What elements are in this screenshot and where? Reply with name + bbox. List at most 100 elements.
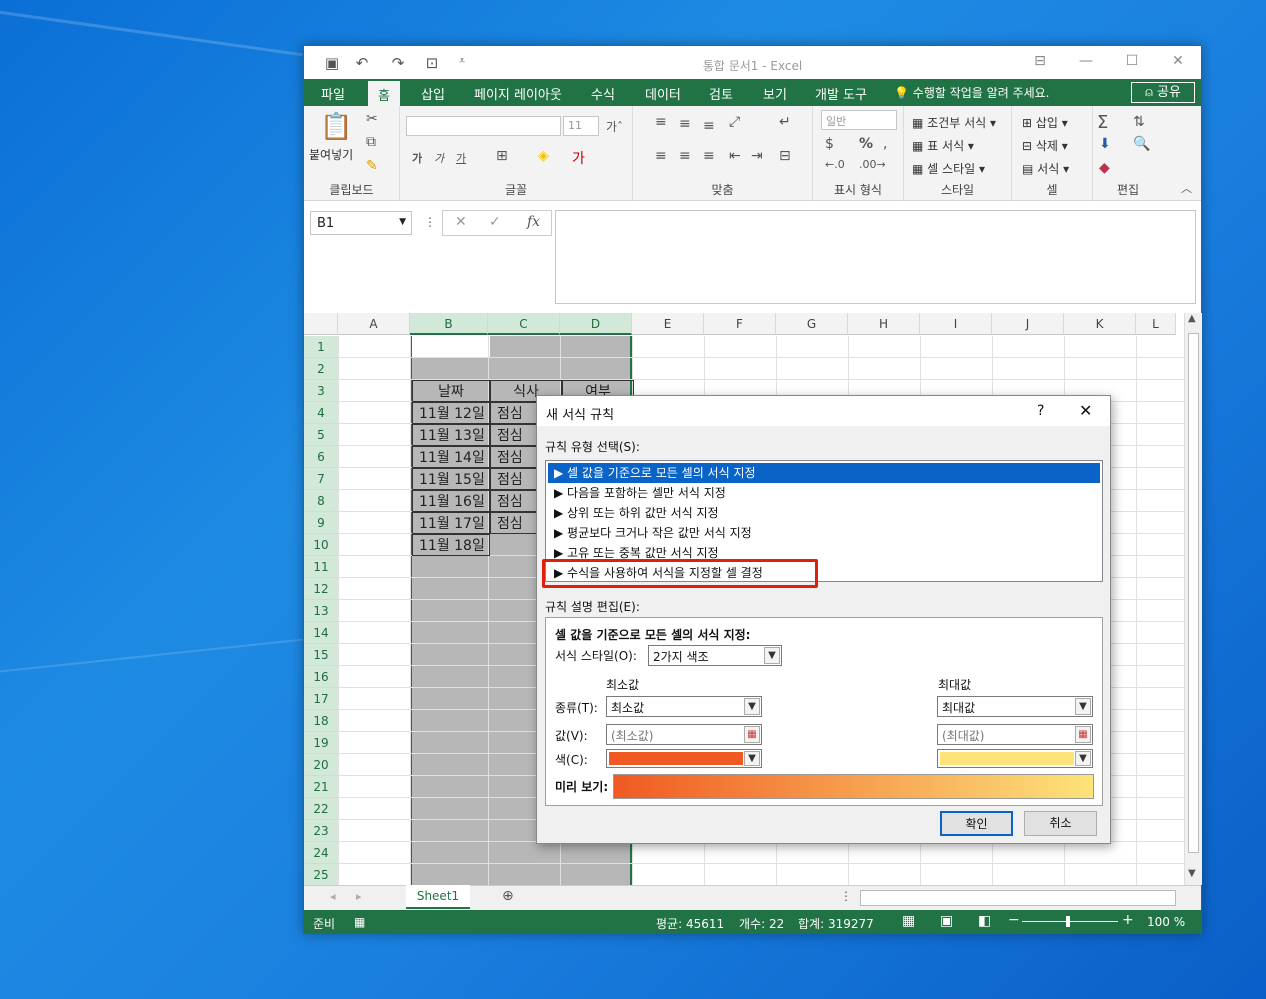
row-header[interactable]: 16 [304, 666, 338, 688]
row-header[interactable]: 7 [304, 468, 338, 490]
row-header[interactable]: 20 [304, 754, 338, 776]
column-header[interactable]: C [488, 313, 560, 335]
scroll-up-icon[interactable]: ▲ [1188, 313, 1196, 324]
column-header[interactable]: L [1136, 313, 1176, 335]
collapse-ribbon-icon[interactable]: ︿ [1181, 180, 1192, 196]
clear-icon[interactable]: ◆ [1099, 160, 1110, 176]
tell-me-search[interactable]: 💡 수행할 작업을 알려 주세요. [894, 84, 1049, 101]
format-style-select[interactable]: 2가지 색조 ▼ [648, 645, 782, 666]
name-box[interactable]: B1 ▼ [310, 211, 412, 235]
help-button[interactable]: ? [1037, 403, 1044, 419]
align-middle-icon[interactable]: ≡ [679, 116, 691, 132]
rule-type-item[interactable]: ▶ 셀 값을 기준으로 모든 셀의 서식 지정 [548, 463, 1100, 483]
rule-type-item[interactable]: ▶ 평균보다 크거나 작은 값만 서식 지정 [548, 523, 1100, 543]
cancel-icon[interactable]: ✕ [455, 214, 467, 230]
column-header[interactable]: A [338, 313, 410, 335]
zoom-in-icon[interactable]: + [1122, 912, 1134, 928]
align-right-icon[interactable]: ≡ [703, 148, 715, 164]
rule-type-item[interactable]: ▶ 상위 또는 하위 값만 서식 지정 [548, 503, 1100, 523]
fill-icon[interactable]: ⬇ [1099, 136, 1111, 152]
scroll-thumb[interactable] [1188, 333, 1199, 853]
column-header[interactable]: K [1064, 313, 1136, 335]
table-cell[interactable]: 11월 12일 [412, 402, 490, 424]
row-header[interactable]: 23 [304, 820, 338, 842]
cancel-button[interactable]: 취소 [1024, 811, 1097, 836]
row-header[interactable]: 25 [304, 864, 338, 885]
next-sheet-icon[interactable]: ▸ [356, 890, 362, 903]
row-header[interactable]: 3 [304, 380, 338, 402]
format-painter-icon[interactable]: ✎ [366, 158, 378, 174]
table-cell[interactable]: 11월 15일 [412, 468, 490, 490]
format-table-button[interactable]: ▦ 표 서식 ▾ [912, 137, 974, 154]
font-name-combo[interactable] [406, 116, 561, 136]
page-break-icon[interactable]: ◧ [978, 913, 991, 929]
delete-cells-button[interactable]: ⊟ 삭제 ▾ [1022, 137, 1068, 154]
bold-icon[interactable]: 가 [412, 150, 422, 166]
copy-icon[interactable]: ⧉ [366, 134, 376, 150]
prev-sheet-icon[interactable]: ◂ [330, 890, 336, 903]
tab-page-layout[interactable]: 페이지 레이아웃 [474, 84, 562, 103]
paste-label[interactable]: 붙여넣기 [309, 146, 353, 163]
row-header[interactable]: 1 [304, 336, 338, 358]
active-cell[interactable] [412, 336, 490, 357]
percent-icon[interactable]: % [859, 136, 873, 152]
column-header[interactable]: F [704, 313, 776, 335]
comma-icon[interactable]: , [883, 136, 887, 152]
column-header[interactable]: B [410, 313, 488, 335]
tab-file[interactable]: 파일 [321, 84, 345, 103]
column-header[interactable]: D [560, 313, 632, 335]
align-top-icon[interactable]: ≡ [655, 114, 667, 130]
table-cell[interactable]: 11월 13일 [412, 424, 490, 446]
row-header[interactable]: 4 [304, 402, 338, 424]
min-value-input[interactable]: (최소값) ▦ [606, 724, 762, 745]
tab-view[interactable]: 보기 [763, 84, 787, 103]
table-cell[interactable]: 11월 18일 [412, 534, 490, 556]
tab-data[interactable]: 데이터 [645, 84, 681, 103]
table-cell[interactable]: 11월 17일 [412, 512, 490, 534]
formula-input[interactable] [555, 210, 1196, 304]
cut-icon[interactable]: ✂ [366, 111, 378, 127]
row-header[interactable]: 22 [304, 798, 338, 820]
autosum-icon[interactable]: Σ [1097, 112, 1108, 133]
orientation-icon[interactable]: ⤢ [729, 114, 740, 130]
row-header[interactable]: 10 [304, 534, 338, 556]
border-icon[interactable]: ⊞ [496, 148, 508, 164]
share-button[interactable]: ⍝ 공유 [1131, 82, 1195, 103]
range-select-icon[interactable]: ▦ [1075, 726, 1091, 743]
row-header[interactable]: 18 [304, 710, 338, 732]
normal-view-icon[interactable]: ▦ [902, 913, 915, 929]
row-header[interactable]: 19 [304, 732, 338, 754]
cell-styles-button[interactable]: ▦ 셀 스타일 ▾ [912, 160, 985, 177]
zoom-slider-thumb[interactable] [1066, 916, 1070, 927]
vertical-scrollbar[interactable]: ▲ ▼ [1184, 313, 1202, 885]
merge-center-icon[interactable]: ⊟ [779, 148, 791, 164]
maximize-icon[interactable]: ☐ [1122, 53, 1142, 71]
row-header[interactable]: 9 [304, 512, 338, 534]
font-color-icon[interactable]: 가 [572, 148, 585, 168]
table-cell[interactable]: 11월 14일 [412, 446, 490, 468]
italic-icon[interactable]: 가 [434, 150, 444, 166]
row-header[interactable]: 21 [304, 776, 338, 798]
increase-decimal-icon[interactable]: ←.0 [825, 158, 845, 171]
row-header[interactable]: 17 [304, 688, 338, 710]
zoom-level[interactable]: 100 % [1147, 915, 1185, 929]
horizontal-scrollbar[interactable] [860, 890, 1176, 906]
row-header[interactable]: 13 [304, 600, 338, 622]
tab-review[interactable]: 검토 [709, 84, 733, 103]
decrease-decimal-icon[interactable]: .00→ [859, 158, 886, 171]
rule-type-item[interactable]: ▶ 다음을 포함하는 셀만 서식 지정 [548, 483, 1100, 503]
fill-color-icon[interactable]: ◈ [538, 148, 549, 164]
min-type-select[interactable]: 최소값 ▼ [606, 696, 762, 717]
tab-home[interactable]: 홈 [368, 81, 400, 106]
minimize-icon[interactable]: — [1076, 53, 1096, 71]
table-cell[interactable]: 11월 16일 [412, 490, 490, 512]
increase-indent-icon[interactable]: ⇥ [751, 148, 763, 164]
row-header[interactable]: 14 [304, 622, 338, 644]
conditional-format-button[interactable]: ▦ 조건부 서식 ▾ [912, 114, 996, 131]
decrease-indent-icon[interactable]: ⇤ [729, 148, 741, 164]
grow-font-icon[interactable]: 가ˆ [606, 118, 623, 135]
dialog-close-icon[interactable]: ✕ [1079, 401, 1092, 420]
tab-insert[interactable]: 삽입 [421, 84, 445, 103]
column-header[interactable]: J [992, 313, 1064, 335]
close-icon[interactable]: ✕ [1168, 53, 1188, 71]
